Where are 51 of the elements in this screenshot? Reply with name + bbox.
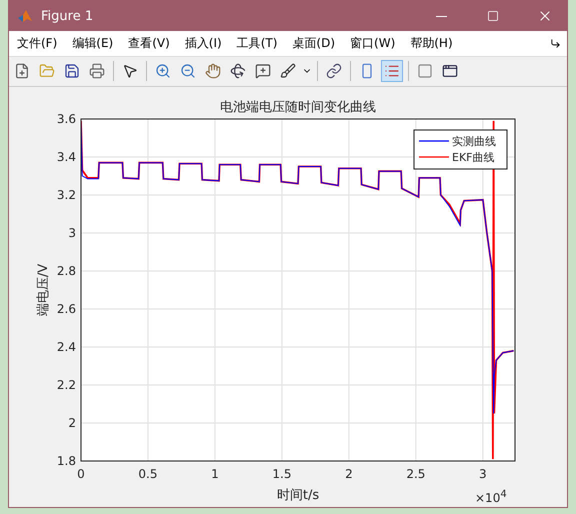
dock-icon[interactable] [550, 38, 561, 49]
y-tick-label: 2.6 [56, 302, 76, 316]
legend-label: 实测曲线 [452, 134, 496, 148]
zoom-out-icon [180, 63, 196, 80]
menu-item[interactable]: 桌面(D) [290, 34, 344, 52]
y-tick-label: 3 [68, 226, 76, 240]
y-tick-label: 2.8 [56, 264, 76, 278]
y-tick-label: 3.2 [56, 188, 76, 202]
x-tick-label: 3 [479, 466, 487, 481]
menu-item[interactable]: 编辑(E) [70, 34, 122, 52]
x-tick-label: 0.5 [138, 466, 158, 481]
hand-icon [205, 63, 221, 80]
printer-icon [89, 63, 105, 80]
new-file-icon [14, 63, 30, 80]
y-tick-label: 3.6 [56, 112, 76, 126]
chart-title: 电池端电压随时间变化曲线 [220, 100, 376, 115]
x-tick-label: 2.5 [406, 466, 426, 481]
axis-multiplier: ×10$^{4}$ [475, 490, 507, 505]
maximize-icon [487, 10, 499, 22]
zoom-in-icon [155, 63, 171, 80]
data-tip-icon [255, 63, 271, 80]
y-tick-label: 2.2 [56, 378, 76, 392]
app-logo-icon [17, 8, 33, 24]
window-icon [442, 63, 458, 80]
y-tick-label: 3.4 [56, 150, 76, 164]
y-tick-label: 2 [68, 416, 76, 430]
y-tick-label: 2.4 [56, 340, 76, 354]
x-axis-label: 时间t/s [276, 488, 320, 503]
menu-item[interactable]: 查看(V) [126, 34, 179, 52]
menu-item[interactable]: 窗口(W) [348, 34, 404, 52]
folder-icon [39, 63, 55, 80]
menu-item[interactable]: 插入(I) [182, 34, 231, 52]
menu-item[interactable]: 文件(F) [15, 34, 66, 52]
x-tick-label: 0 [77, 466, 85, 481]
square-icon [417, 63, 433, 80]
x-tick-label: 1.5 [272, 466, 292, 481]
brush-icon [280, 63, 296, 80]
save-icon [64, 63, 80, 80]
menu-item[interactable]: 帮助(H) [408, 34, 462, 52]
y-axis-label: 端电压/V [36, 264, 51, 316]
window-title: Figure 1 [41, 8, 94, 24]
link-icon [326, 63, 342, 80]
legend-line [419, 140, 449, 142]
x-tick-label: 1 [211, 466, 219, 481]
rotate-icon [230, 63, 246, 80]
pointer-icon [122, 63, 138, 80]
legend-label: EKF曲线 [452, 150, 494, 164]
menu-item[interactable]: 工具(T) [234, 34, 286, 52]
legend-line [419, 156, 449, 158]
x-tick-label: 2 [345, 466, 353, 481]
y-tick-label: 1.8 [56, 454, 76, 468]
